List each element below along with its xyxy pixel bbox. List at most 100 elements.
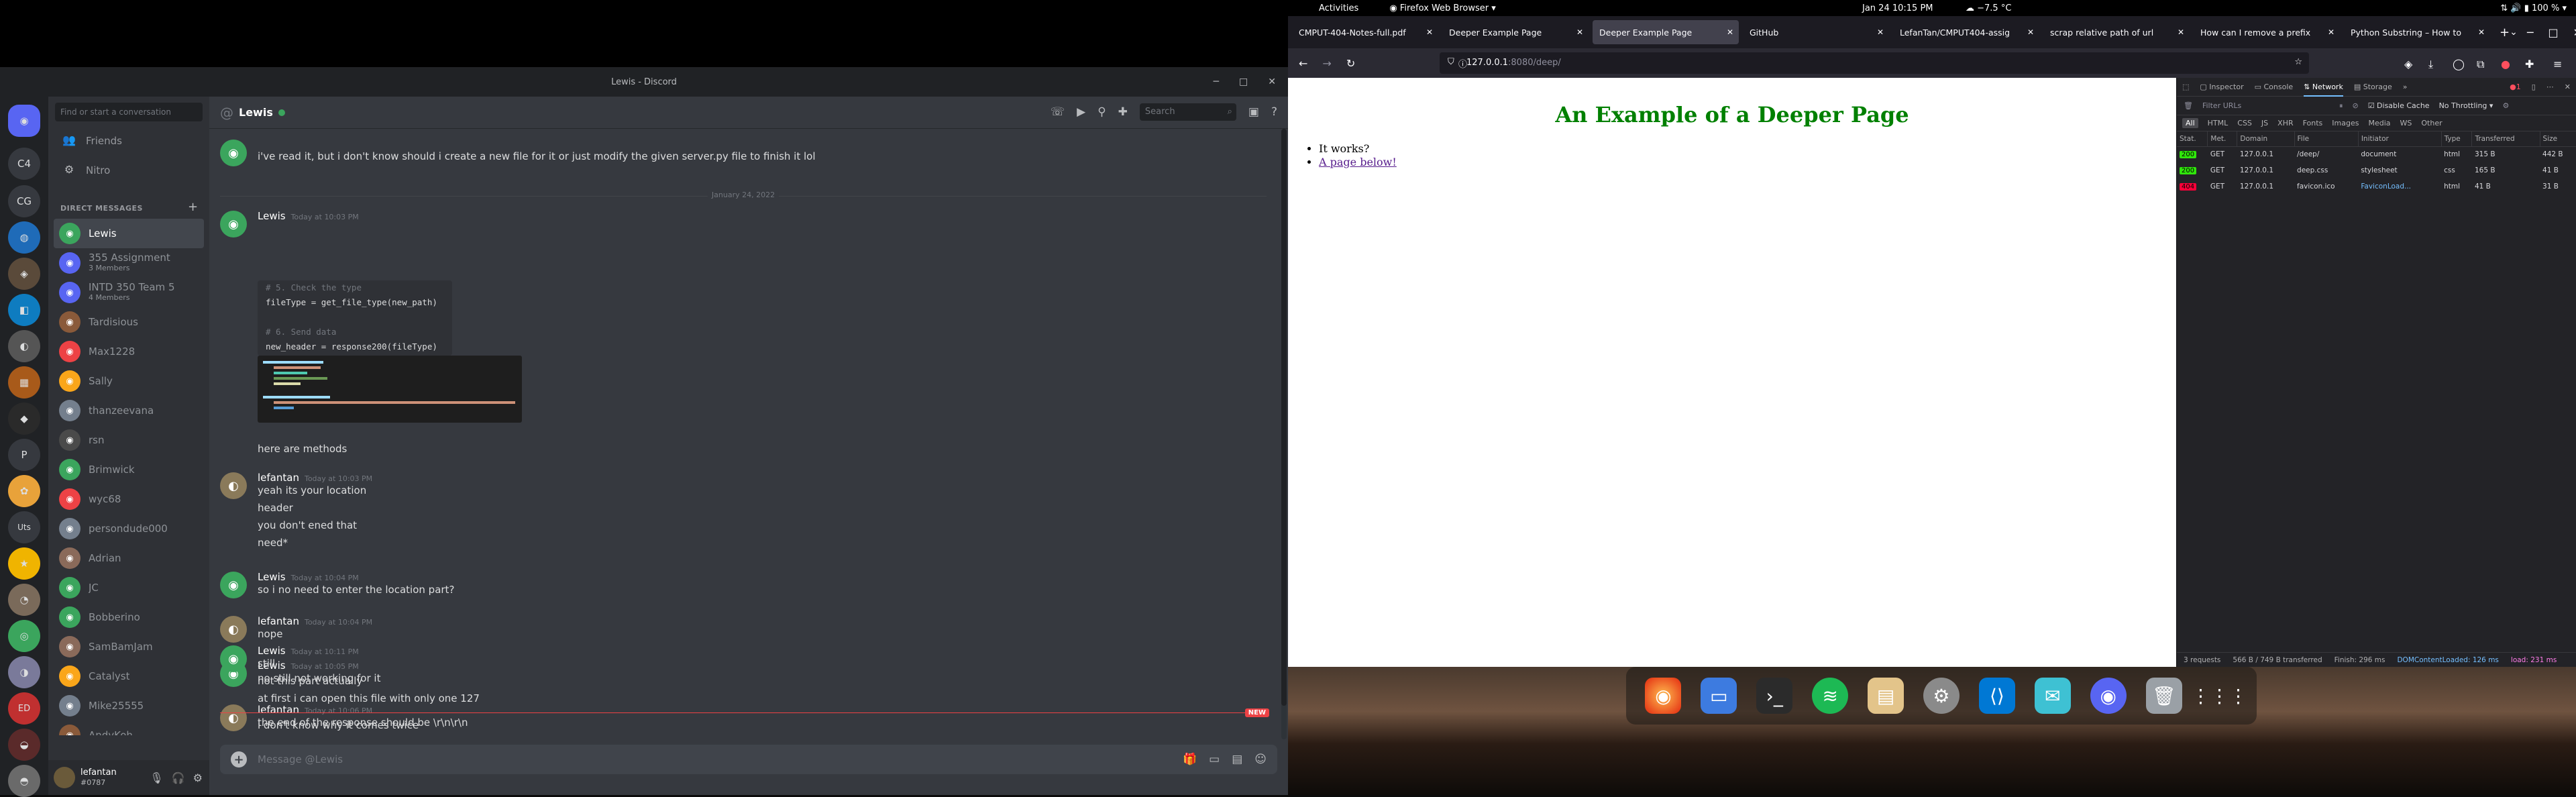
dm-item[interactable]: ◉ Sally: [54, 366, 204, 396]
column-header[interactable]: Met.: [2207, 131, 2238, 147]
type-filter[interactable]: Fonts: [2303, 119, 2323, 127]
dm-item[interactable]: ◉ SamBamJam: [54, 632, 204, 661]
avatar[interactable]: ◉: [59, 636, 80, 657]
mute-icon[interactable]: 🎙: [150, 772, 163, 784]
avatar[interactable]: ◉: [59, 429, 80, 451]
avatar[interactable]: ◐: [220, 704, 247, 731]
avatar[interactable]: ◉: [220, 140, 247, 166]
tab-console[interactable]: ▭ Console: [2255, 83, 2294, 91]
avatar[interactable]: ◉: [59, 695, 80, 716]
dm-item[interactable]: ◉ Max1228: [54, 337, 204, 366]
type-filter[interactable]: Images: [2332, 119, 2359, 127]
tab-network[interactable]: ⇅ Network: [2304, 78, 2343, 97]
avatar[interactable]: ◉: [59, 370, 80, 392]
type-filter[interactable]: CSS: [2237, 119, 2252, 127]
guild-icon[interactable]: ◓: [8, 765, 40, 797]
table-row[interactable]: 404 GET 127.0.0.1 favicon.ico FaviconLoad...…: [2177, 178, 2576, 195]
chat-search-input[interactable]: Search ⌕: [1139, 103, 1236, 121]
clock[interactable]: Jan 24 10:15 PM: [1862, 3, 1933, 13]
block-icon[interactable]: ⊘: [2352, 101, 2358, 110]
pause-icon[interactable]: ⏸: [2339, 101, 2343, 111]
terminal-icon[interactable]: ›_: [1756, 678, 1793, 714]
close-tab-icon[interactable]: ✕: [1727, 28, 1733, 37]
pocket-icon[interactable]: ◈: [2404, 58, 2412, 70]
disable-cache-checkbox[interactable]: ☑ Disable Cache: [2368, 101, 2430, 110]
dock-icon[interactable]: ▯: [2532, 83, 2536, 91]
error-count-icon[interactable]: ●1: [2510, 83, 2521, 91]
activities-button[interactable]: Activities: [1319, 3, 1358, 13]
back-icon[interactable]: ←: [1299, 57, 1307, 70]
type-filter[interactable]: XHR: [2277, 119, 2293, 127]
video-call-icon[interactable]: ▶: [1077, 105, 1085, 119]
avatar[interactable]: ◉: [59, 282, 80, 303]
dm-item[interactable]: ◉ 355 Assignment 3 Members: [54, 248, 204, 278]
tab-inspector[interactable]: ▢ Inspector: [2200, 83, 2243, 91]
column-header[interactable]: Transferred: [2471, 131, 2540, 147]
account-icon[interactable]: ◯: [2453, 58, 2465, 70]
shield-icon[interactable]: ⛉: [1448, 57, 1454, 67]
dm-item[interactable]: ◉ persondude000: [54, 514, 204, 543]
column-header[interactable]: Stat.: [2177, 131, 2208, 147]
settings-gear-icon[interactable]: ⚙: [2502, 101, 2509, 110]
spotify-icon[interactable]: ≋: [1812, 678, 1849, 714]
avatar[interactable]: ◉: [220, 572, 247, 598]
add-friends-icon[interactable]: ✚: [1118, 105, 1128, 119]
browser-tab[interactable]: LefanTan/CMPUT404-assig ✕: [1893, 20, 2039, 44]
dm-item[interactable]: ◉ Tardisious: [54, 307, 204, 337]
guild-icon[interactable]: ◧: [8, 294, 40, 326]
avatar[interactable]: ◉: [59, 725, 80, 735]
guild-item[interactable]: Uts: [8, 511, 40, 543]
inbox-icon[interactable]: ▣: [1248, 105, 1259, 119]
type-filter[interactable]: Media: [2368, 119, 2390, 127]
column-header[interactable]: Type: [2441, 131, 2473, 147]
browser-tab[interactable]: scrap relative path of url ✕: [2043, 20, 2190, 44]
avatar[interactable]: ◉: [220, 211, 247, 237]
friends-item[interactable]: 👥 Friends: [54, 127, 204, 154]
folder-icon[interactable]: ▤: [1868, 678, 1904, 714]
guild-icon[interactable]: ✿: [8, 475, 40, 507]
avatar[interactable]: ◉: [59, 341, 80, 362]
downloads-icon[interactable]: ⤓: [2428, 58, 2433, 71]
guild-icon[interactable]: ◔: [8, 584, 40, 616]
dm-search-input[interactable]: Find or start a conversation: [55, 103, 203, 121]
reload-icon[interactable]: ↻: [1346, 57, 1355, 70]
close-icon[interactable]: ✕: [1268, 76, 1276, 87]
dm-item[interactable]: ◉ rsn: [54, 425, 204, 455]
firefox-icon[interactable]: ◉: [1645, 678, 1682, 714]
guild-item[interactable]: CG: [8, 185, 40, 217]
menu-icon[interactable]: ≡: [2553, 58, 2562, 70]
help-icon[interactable]: ?: [1271, 105, 1277, 119]
maximize-icon[interactable]: □: [2548, 26, 2558, 39]
type-filter[interactable]: WS: [2400, 119, 2412, 127]
dm-item[interactable]: ◉ JC: [54, 573, 204, 602]
avatar[interactable]: ◉: [59, 606, 80, 628]
page-below-link[interactable]: A page below!: [1319, 156, 1397, 168]
close-tab-icon[interactable]: ✕: [2328, 28, 2334, 37]
more-tools-icon[interactable]: »: [2403, 83, 2408, 91]
url-bar[interactable]: ⛉ ⓘ 127.0.0.1:8080/deep/ ☆: [1440, 52, 2309, 74]
browser-tab[interactable]: Python Substring – How to ✕: [2344, 20, 2490, 44]
vscode-icon[interactable]: ⟨⟩: [1978, 678, 2015, 714]
guild-icon[interactable]: ▦: [8, 366, 40, 398]
avatar[interactable]: ◉: [59, 223, 80, 244]
column-header[interactable]: Domain: [2237, 131, 2295, 147]
trash-icon[interactable]: 🗑: [2145, 678, 2182, 714]
nitro-item[interactable]: ⚙ Nitro: [54, 157, 204, 184]
trash-icon[interactable]: 🗑: [2184, 101, 2193, 110]
type-filter[interactable]: All: [2182, 118, 2198, 128]
emoji-icon[interactable]: ☺: [1254, 753, 1267, 766]
extension-icon[interactable]: ⧉: [2477, 58, 2484, 71]
dm-item[interactable]: ◉ Mike25555: [54, 691, 204, 721]
sticker-icon[interactable]: ▤: [1232, 753, 1242, 766]
close-tab-icon[interactable]: ✕: [2178, 28, 2184, 37]
guild-icon[interactable]: ◑: [8, 656, 40, 688]
dm-item[interactable]: ◉ Catalyst: [54, 661, 204, 691]
avatar[interactable]: [54, 767, 75, 788]
guild-item[interactable]: P: [8, 439, 40, 471]
browser-tab[interactable]: How can I remove a prefix ✕: [2194, 20, 2340, 44]
close-tab-icon[interactable]: ✕: [1426, 28, 1433, 37]
avatar[interactable]: ◉: [59, 252, 80, 274]
voice-call-icon[interactable]: ☏: [1051, 105, 1065, 119]
dm-item[interactable]: ◉ Brimwick: [54, 455, 204, 484]
browser-tab[interactable]: Deeper Example Page ✕: [1442, 20, 1589, 44]
